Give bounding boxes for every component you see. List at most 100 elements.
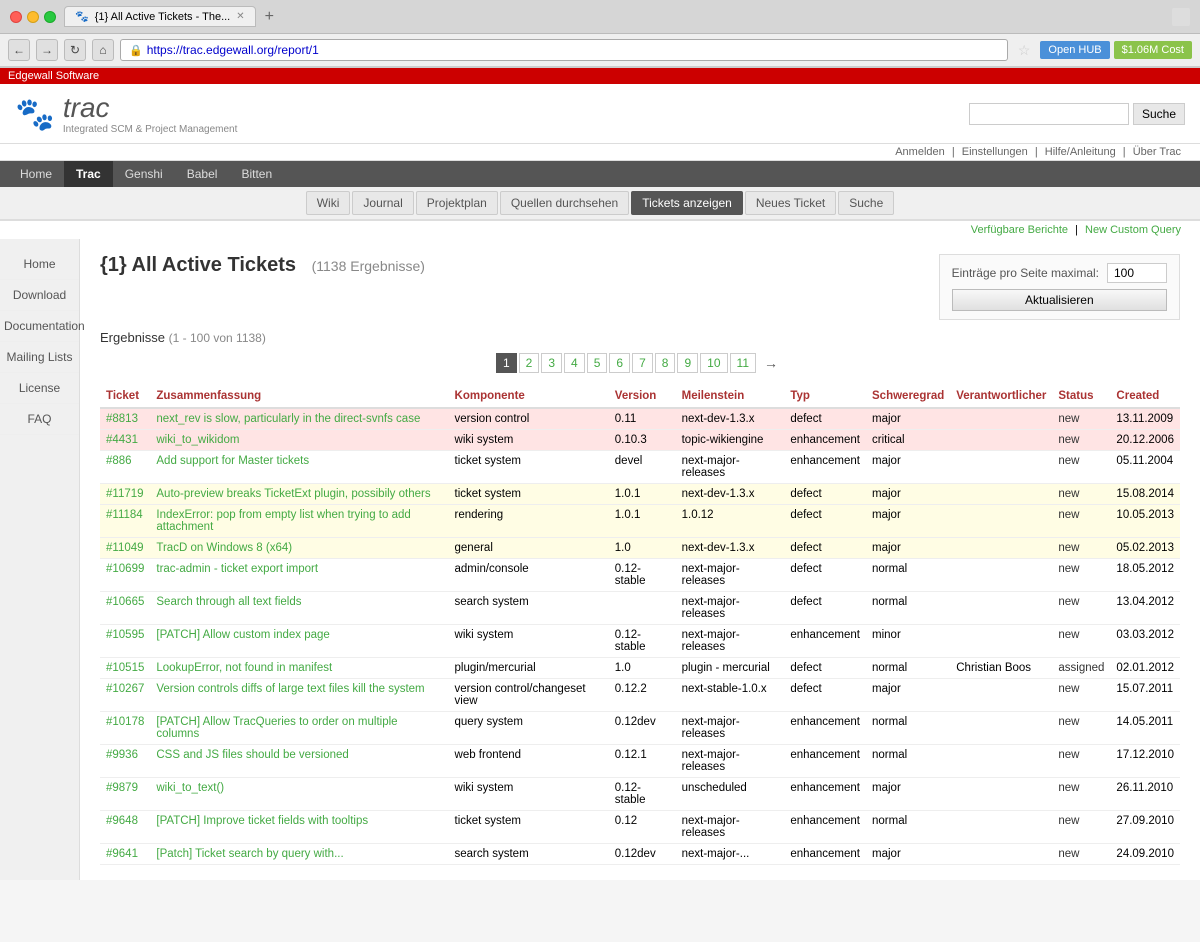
ticket-summary-link[interactable]: [PATCH] Allow TracQueries to order on mu… bbox=[156, 716, 397, 740]
sidebar-item-home[interactable]: Home bbox=[0, 249, 79, 280]
ticket-summary-link[interactable]: next_rev is slow, particularly in the di… bbox=[156, 413, 420, 425]
ticket-id-link[interactable]: #10267 bbox=[106, 683, 144, 695]
sidebar-item-documentation[interactable]: Documentation bbox=[0, 311, 79, 342]
col-owner[interactable]: Verantwortlicher bbox=[950, 385, 1052, 408]
col-summary[interactable]: Zusammenfassung bbox=[150, 385, 448, 408]
verfuegbare-berichte-link[interactable]: Verfügbare Berichte bbox=[971, 224, 1068, 236]
main-nav-home[interactable]: Home bbox=[8, 161, 64, 187]
minimize-window-btn[interactable] bbox=[27, 11, 39, 23]
page-2-btn[interactable]: 2 bbox=[519, 353, 540, 373]
refresh-btn[interactable]: ↻ bbox=[64, 39, 86, 61]
page-9-btn[interactable]: 9 bbox=[677, 353, 698, 373]
new-custom-query-link[interactable]: New Custom Query bbox=[1085, 224, 1181, 236]
sub-nav-tickets[interactable]: Tickets anzeigen bbox=[631, 191, 743, 215]
main-nav-babel[interactable]: Babel bbox=[175, 161, 230, 187]
ticket-id-link[interactable]: #10699 bbox=[106, 563, 144, 575]
ticket-summary-link[interactable]: [PATCH] Allow custom index page bbox=[156, 629, 329, 641]
ticket-summary-link[interactable]: Add support for Master tickets bbox=[156, 455, 309, 467]
col-component[interactable]: Komponente bbox=[449, 385, 609, 408]
ticket-id-link[interactable]: #10595 bbox=[106, 629, 144, 641]
back-btn[interactable]: ← bbox=[8, 39, 30, 61]
ticket-id-link[interactable]: #9648 bbox=[106, 815, 138, 827]
col-severity[interactable]: Schweregrad bbox=[866, 385, 950, 408]
sidebar-item-download[interactable]: Download bbox=[0, 280, 79, 311]
window-control[interactable] bbox=[1172, 8, 1190, 26]
maximize-window-btn[interactable] bbox=[44, 11, 56, 23]
home-btn[interactable]: ⌂ bbox=[92, 39, 114, 61]
hilfe-link[interactable]: Hilfe/Anleitung bbox=[1045, 146, 1116, 158]
page-1-btn[interactable]: 1 bbox=[496, 353, 517, 373]
cost-btn[interactable]: $1.06M Cost bbox=[1114, 41, 1192, 59]
page-10-btn[interactable]: 10 bbox=[700, 353, 727, 373]
ticket-summary-link[interactable]: LookupError, not found in manifest bbox=[156, 662, 332, 674]
ticket-id-link[interactable]: #10178 bbox=[106, 716, 144, 728]
header-search-input[interactable] bbox=[969, 103, 1129, 125]
browser-tab-active[interactable]: 🐾 {1} All Active Tickets - The... ✕ bbox=[64, 6, 256, 27]
ticket-id-link[interactable]: #9641 bbox=[106, 848, 138, 860]
ticket-summary-link[interactable]: trac-admin - ticket export import bbox=[156, 563, 318, 575]
new-tab-btn[interactable]: + bbox=[260, 8, 279, 26]
main-nav-genshi[interactable]: Genshi bbox=[113, 161, 175, 187]
ticket-summary-link[interactable]: [PATCH] Improve ticket fields with toolt… bbox=[156, 815, 368, 827]
bookmark-btn[interactable]: ☆ bbox=[1018, 42, 1031, 59]
close-window-btn[interactable] bbox=[10, 11, 22, 23]
cell-status: new bbox=[1052, 778, 1110, 811]
ticket-id-link[interactable]: #9936 bbox=[106, 749, 138, 761]
ticket-summary-link[interactable]: [Patch] Ticket search by query with... bbox=[156, 848, 343, 860]
sub-nav-quellen[interactable]: Quellen durchsehen bbox=[500, 191, 629, 215]
sidebar-item-mailing-lists[interactable]: Mailing Lists bbox=[0, 342, 79, 373]
sub-nav-wiki[interactable]: Wiki bbox=[306, 191, 351, 215]
cell-milestone: next-major-releases bbox=[676, 811, 785, 844]
sub-nav-projektplan[interactable]: Projektplan bbox=[416, 191, 498, 215]
main-nav-bitten[interactable]: Bitten bbox=[229, 161, 284, 187]
ticket-id-link[interactable]: #4431 bbox=[106, 434, 138, 446]
ticket-id-link[interactable]: #9879 bbox=[106, 782, 138, 794]
next-page-btn[interactable]: → bbox=[758, 353, 784, 373]
cell-status: new bbox=[1052, 559, 1110, 592]
page-4-btn[interactable]: 4 bbox=[564, 353, 585, 373]
tab-close-btn[interactable]: ✕ bbox=[236, 11, 244, 22]
sub-nav-neues-ticket[interactable]: Neues Ticket bbox=[745, 191, 836, 215]
col-milestone[interactable]: Meilenstein bbox=[676, 385, 785, 408]
entries-per-page-input[interactable] bbox=[1107, 263, 1167, 283]
ticket-summary-link[interactable]: Version controls diffs of large text fil… bbox=[156, 683, 424, 695]
ticket-id-link[interactable]: #10665 bbox=[106, 596, 144, 608]
ueber-link[interactable]: Über Trac bbox=[1133, 146, 1181, 158]
col-created[interactable]: Created bbox=[1110, 385, 1180, 408]
col-version[interactable]: Version bbox=[609, 385, 676, 408]
ticket-id-link[interactable]: #11719 bbox=[106, 488, 144, 500]
aktualisieren-btn[interactable]: Aktualisieren bbox=[952, 289, 1167, 311]
ticket-id-link[interactable]: #886 bbox=[106, 455, 132, 467]
ticket-summary-link[interactable]: wiki_to_wikidom bbox=[156, 434, 239, 446]
col-ticket[interactable]: Ticket bbox=[100, 385, 150, 408]
forward-btn[interactable]: → bbox=[36, 39, 58, 61]
ticket-summary-link[interactable]: Auto-preview breaks TicketExt plugin, po… bbox=[156, 488, 430, 500]
sub-nav-suche[interactable]: Suche bbox=[838, 191, 894, 215]
page-7-btn[interactable]: 7 bbox=[632, 353, 653, 373]
ticket-id-link[interactable]: #11184 bbox=[106, 509, 143, 521]
page-8-btn[interactable]: 8 bbox=[655, 353, 676, 373]
anmelden-link[interactable]: Anmelden bbox=[895, 146, 945, 158]
ticket-summary-link[interactable]: IndexError: pop from empty list when try… bbox=[156, 509, 410, 533]
ticket-summary-link[interactable]: wiki_to_text() bbox=[156, 782, 224, 794]
col-type[interactable]: Typ bbox=[784, 385, 866, 408]
address-bar[interactable]: 🔒 https://trac.edgewall.org/report/1 bbox=[120, 39, 1008, 61]
main-nav-trac[interactable]: Trac bbox=[64, 161, 113, 187]
einstellungen-link[interactable]: Einstellungen bbox=[962, 146, 1028, 158]
sidebar-item-faq[interactable]: FAQ bbox=[0, 404, 79, 435]
header-search-btn[interactable]: Suche bbox=[1133, 103, 1185, 125]
ticket-summary-link[interactable]: CSS and JS files should be versioned bbox=[156, 749, 348, 761]
col-status[interactable]: Status bbox=[1052, 385, 1110, 408]
sub-nav-journal[interactable]: Journal bbox=[352, 191, 413, 215]
sidebar-item-license[interactable]: License bbox=[0, 373, 79, 404]
ticket-summary-link[interactable]: Search through all text fields bbox=[156, 596, 301, 608]
open-hub-btn[interactable]: Open HUB bbox=[1040, 41, 1109, 59]
page-5-btn[interactable]: 5 bbox=[587, 353, 608, 373]
ticket-id-link[interactable]: #8813 bbox=[106, 413, 138, 425]
ticket-id-link[interactable]: #10515 bbox=[106, 662, 144, 674]
ticket-summary-link[interactable]: TracD on Windows 8 (x64) bbox=[156, 542, 292, 554]
ticket-id-link[interactable]: #11049 bbox=[106, 542, 144, 554]
page-11-btn[interactable]: 11 bbox=[730, 353, 756, 373]
page-6-btn[interactable]: 6 bbox=[609, 353, 630, 373]
page-3-btn[interactable]: 3 bbox=[541, 353, 562, 373]
